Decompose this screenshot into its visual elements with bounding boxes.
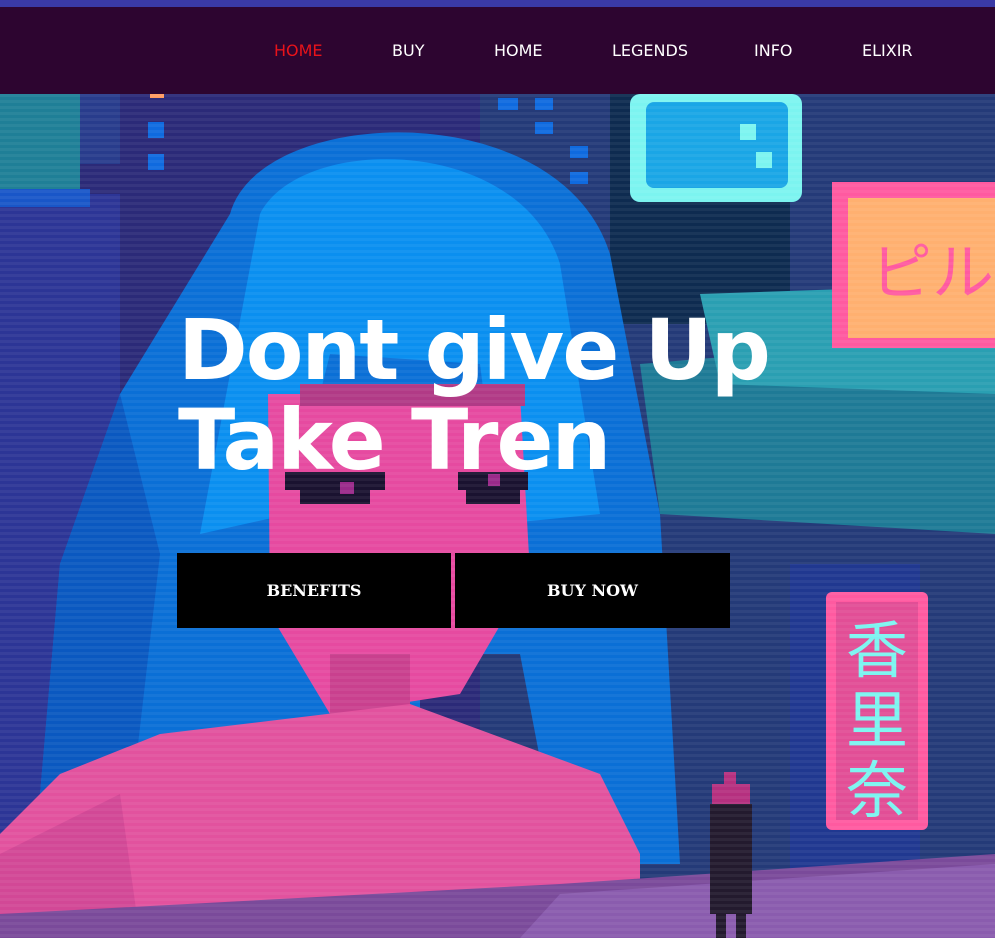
hero-headline: Dont give Up Take Tren	[178, 305, 798, 485]
nav-item-buy[interactable]: BUY	[392, 41, 424, 60]
hero-section: ピル 香 里 奈	[0, 94, 995, 938]
nav-item-info[interactable]: INFO	[754, 41, 792, 60]
main-navbar: HOME BUY HOME LEGENDS INFO ELIXIR	[0, 7, 995, 94]
headline-line-1: Dont give Up	[178, 301, 771, 399]
browser-top-strip	[0, 0, 995, 7]
nav-item-home[interactable]: HOME	[274, 41, 323, 60]
headline-line-2: Take Tren	[178, 391, 611, 489]
buy-now-button[interactable]: BUY NOW	[455, 553, 730, 628]
nav-item-elixir[interactable]: ELIXIR	[862, 41, 913, 60]
nav-item-home-2[interactable]: HOME	[494, 41, 543, 60]
benefits-button[interactable]: BENEFITS	[177, 553, 451, 628]
hero-background-illustration: ピル 香 里 奈	[0, 94, 995, 938]
nav-item-legends[interactable]: LEGENDS	[612, 41, 688, 60]
